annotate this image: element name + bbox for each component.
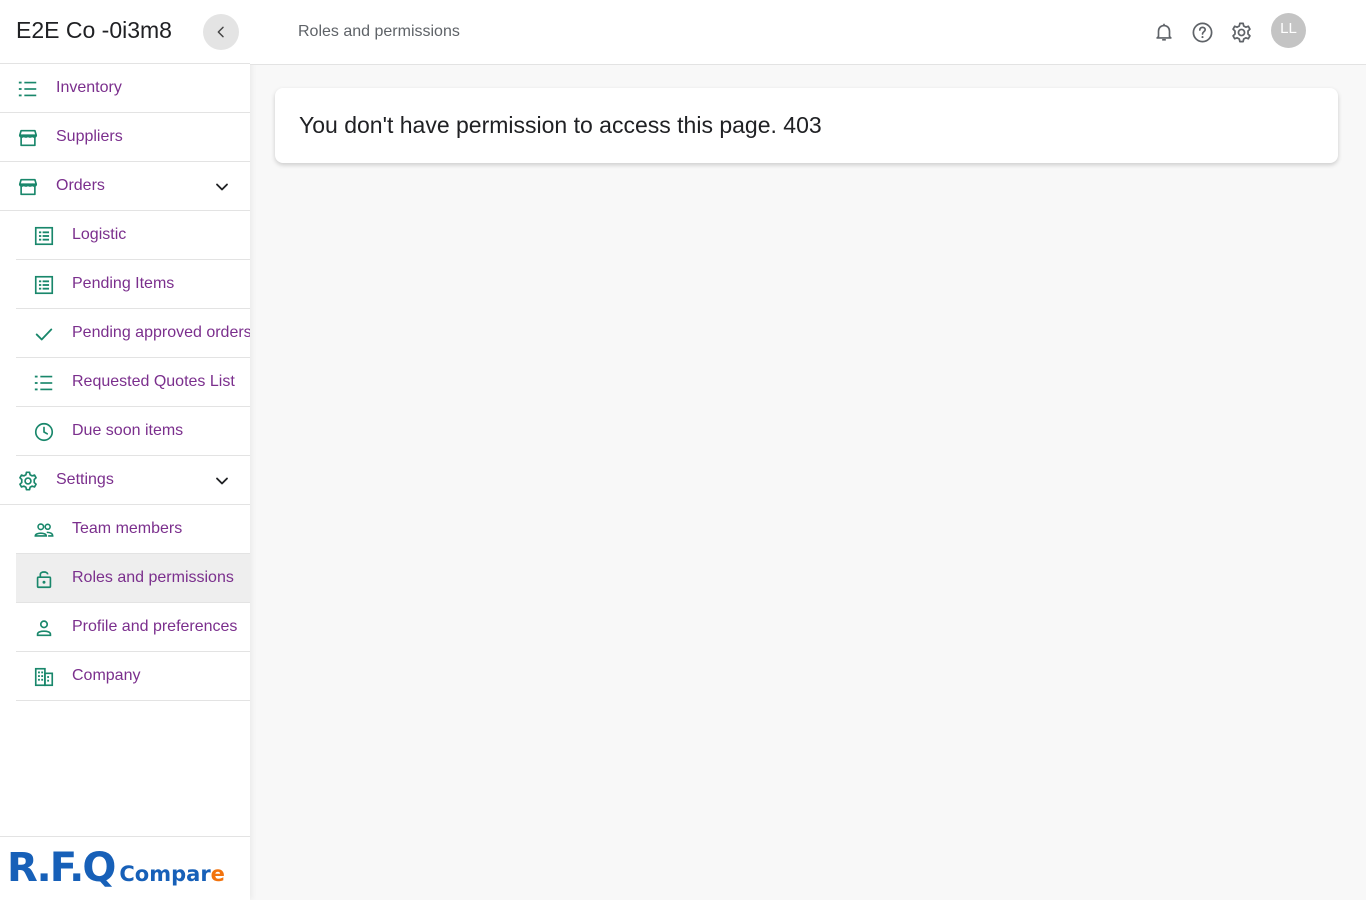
help-circle-icon	[1192, 22, 1212, 42]
sidebar: E2E Co -0i3m8 Inventory Suppliers Orders…	[0, 0, 250, 900]
list-numbered-icon	[33, 372, 55, 394]
settings-button[interactable]	[1229, 20, 1253, 44]
logo-compare-main: Compar	[119, 862, 211, 886]
clock-icon	[33, 421, 55, 443]
sidebar-item-orders[interactable]: Orders	[0, 162, 250, 211]
sidebar-item-label: Roles and permissions	[72, 569, 234, 586]
sidebar-item-label: Company	[72, 667, 141, 684]
people-icon	[33, 519, 55, 541]
chevron-left-icon	[217, 26, 224, 38]
notifications-button[interactable]	[1152, 20, 1176, 44]
sidebar-item-inventory[interactable]: Inventory	[0, 64, 250, 113]
chevron-down-icon[interactable]	[212, 471, 232, 491]
storefront-icon	[17, 127, 39, 149]
sidebar-item-roles-and-permissions[interactable]: Roles and permissions	[16, 554, 250, 603]
sidebar-item-due-soon-items[interactable]: Due soon items	[16, 407, 250, 456]
list-alt-icon	[33, 225, 55, 247]
gear-icon	[1231, 22, 1251, 42]
sidebar-item-label: Pending Items	[72, 275, 175, 292]
sidebar-item-label: Inventory	[56, 79, 122, 96]
logo-compare-accent: e	[210, 862, 225, 886]
error-card: You don't have permission to access this…	[275, 88, 1338, 163]
sidebar-item-label: Profile and preferences	[72, 618, 238, 635]
logo-rfq-text: R.F.Q	[7, 845, 116, 891]
sidebar-item-label: Orders	[56, 177, 105, 194]
list-alt-icon	[33, 274, 55, 296]
storefront-icon	[17, 176, 39, 198]
help-button[interactable]	[1190, 20, 1214, 44]
sidebar-footer: R.F.Q Compare	[0, 836, 250, 900]
check-icon	[33, 323, 55, 345]
user-avatar[interactable]: LL	[1271, 13, 1306, 48]
gear-icon	[17, 470, 39, 492]
sidebar-item-label: Logistic	[72, 226, 127, 243]
list-numbered-icon	[17, 78, 39, 100]
lock-open-icon	[33, 568, 55, 590]
sidebar-item-label: Requested Quotes List	[72, 373, 235, 390]
permission-error-message: You don't have permission to access this…	[299, 112, 822, 138]
sidebar-item-label: Settings	[56, 471, 114, 488]
sidebar-item-profile-and-preferences[interactable]: Profile and preferences	[16, 603, 250, 652]
sidebar-item-requested-quotes-list[interactable]: Requested Quotes List	[16, 358, 250, 407]
sidebar-item-label: Due soon items	[72, 422, 184, 439]
sidebar-item-label: Pending approved orders	[72, 324, 250, 341]
sidebar-item-pending-items[interactable]: Pending Items	[16, 260, 250, 309]
logo-compare-text: Compare	[119, 861, 225, 887]
sidebar-item-team-members[interactable]: Team members	[16, 505, 250, 554]
sidebar-header: E2E Co -0i3m8	[0, 0, 250, 64]
chevron-down-icon[interactable]	[212, 177, 232, 197]
company-name: E2E Co -0i3m8	[16, 17, 172, 43]
building-icon	[33, 666, 55, 688]
sidebar-item-suppliers[interactable]: Suppliers	[0, 113, 250, 162]
top-bar: Roles and permissions LL	[250, 0, 1366, 65]
sidebar-item-company[interactable]: Company	[16, 652, 250, 701]
sidebar-item-logistic[interactable]: Logistic	[16, 211, 250, 260]
breadcrumb: Roles and permissions	[298, 23, 460, 40]
sidebar-item-label: Suppliers	[56, 128, 123, 145]
sidebar-item-label: Team members	[72, 520, 183, 537]
bell-icon	[1156, 23, 1172, 41]
collapse-sidebar-button[interactable]	[203, 14, 239, 50]
person-icon	[33, 617, 55, 639]
rfq-compare-logo[interactable]: R.F.Q Compare	[7, 847, 225, 889]
sidebar-item-settings[interactable]: Settings	[0, 456, 250, 505]
sidebar-item-pending-approved-orders[interactable]: Pending approved orders	[16, 309, 250, 358]
